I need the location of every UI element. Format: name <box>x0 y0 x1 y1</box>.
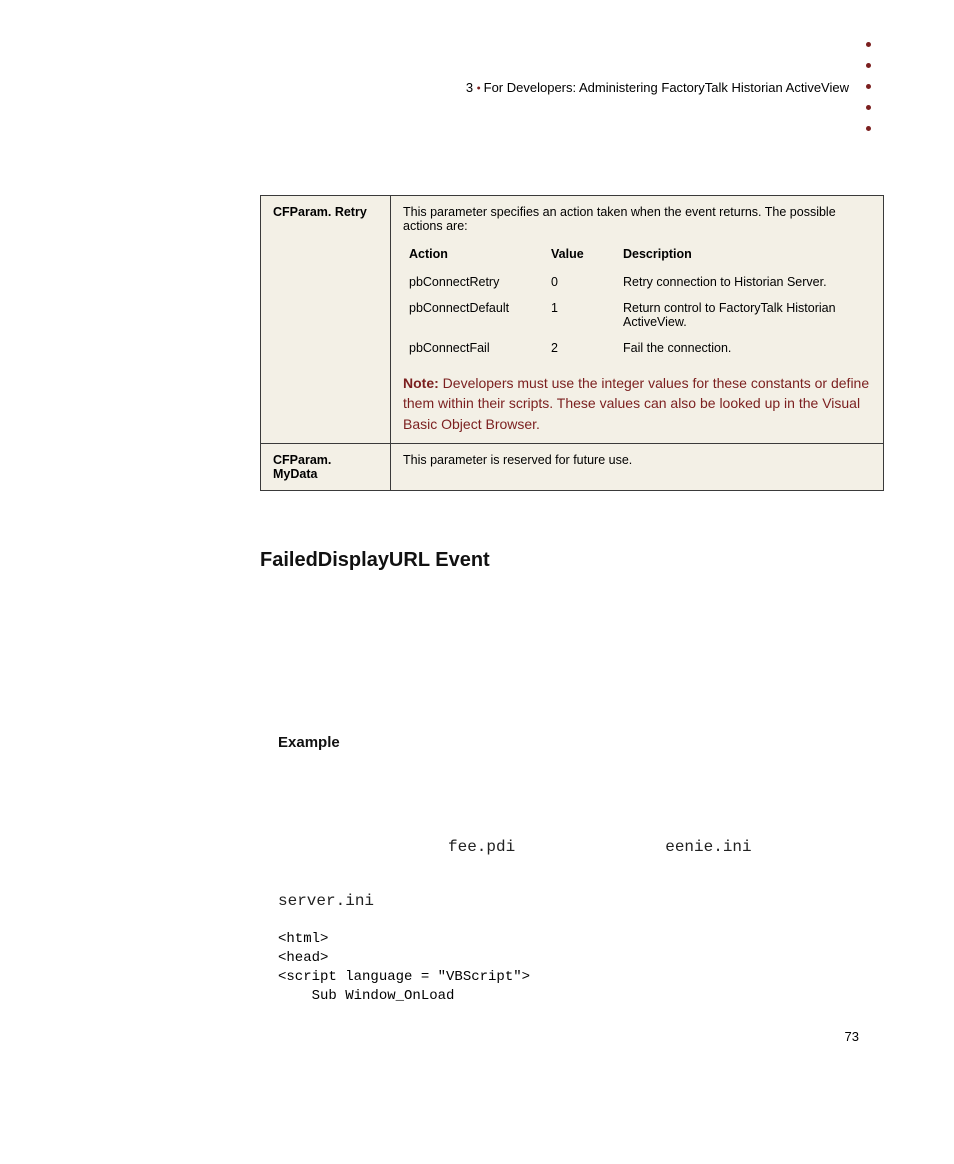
param-intro: This parameter specifies an action taken… <box>403 205 871 233</box>
subtable-header: Action <box>403 243 545 271</box>
params-table: CFParam. Retry This parameter specifies … <box>260 195 884 491</box>
chapter-number: 3 <box>466 80 473 95</box>
subtable-cell: pbConnectDefault <box>403 297 545 337</box>
chapter-title: For Developers: Administering FactoryTal… <box>484 80 849 95</box>
subtable-cell: pbConnectFail <box>403 337 545 363</box>
param-name: CFParam. MyData <box>261 443 391 490</box>
filename: server.ini <box>278 892 374 910</box>
example-heading: Example <box>278 734 879 751</box>
decoration-dots <box>866 42 871 131</box>
param-name: CFParam. Retry <box>261 196 391 444</box>
subtable-cell: Fail the connection. <box>617 337 871 363</box>
code-block: <html> <head> <script language = "VBScri… <box>278 930 879 1006</box>
subtable-header: Value <box>545 243 617 271</box>
note-text: Developers must use the integer values f… <box>403 375 869 432</box>
note-block: Note: Developers must use the integer va… <box>403 373 871 434</box>
page-header: 3 • For Developers: Administering Factor… <box>466 80 849 95</box>
table-row: CFParam. MyData This parameter is reserv… <box>261 443 884 490</box>
table-row: CFParam. Retry This parameter specifies … <box>261 196 884 444</box>
filename: eenie.ini <box>665 838 751 856</box>
example-filenames: fee.pdi eenie.ini server.ini <box>278 838 879 910</box>
subtable-cell: 0 <box>545 271 617 297</box>
page-number: 73 <box>845 1029 859 1044</box>
param-desc: This parameter is reserved for future us… <box>391 443 884 490</box>
subtable-cell: 2 <box>545 337 617 363</box>
actions-subtable: Action Value Description pbConnectRetry … <box>403 243 871 363</box>
subtable-cell: pbConnectRetry <box>403 271 545 297</box>
param-desc-cell: This parameter specifies an action taken… <box>391 196 884 444</box>
subtable-header: Description <box>617 243 871 271</box>
subtable-cell: 1 <box>545 297 617 337</box>
subtable-cell: Retry connection to Historian Server. <box>617 271 871 297</box>
filename: fee.pdi <box>448 838 515 856</box>
subtable-cell: Return control to FactoryTalk Historian … <box>617 297 871 337</box>
note-label: Note: <box>403 375 439 391</box>
section-heading: FailedDisplayURL Event <box>260 549 879 572</box>
